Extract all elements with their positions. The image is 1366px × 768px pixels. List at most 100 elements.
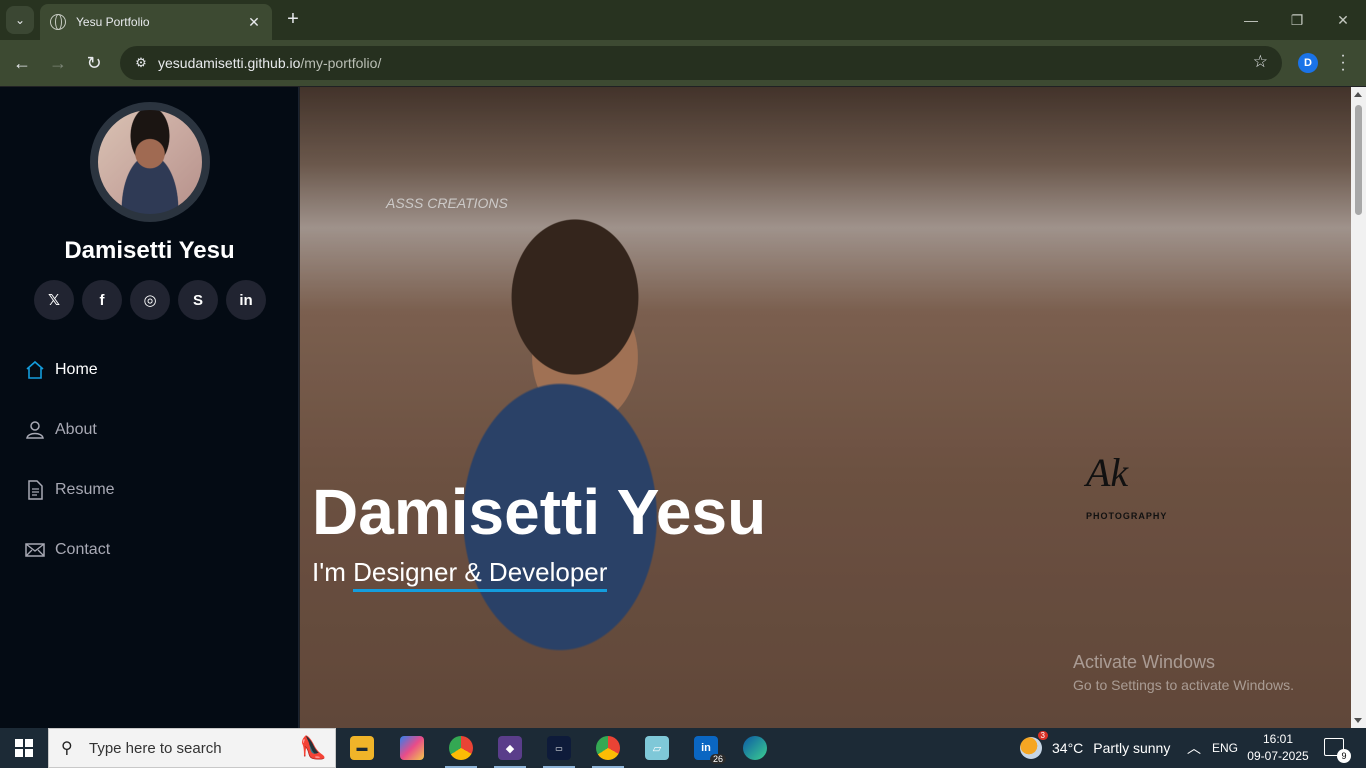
taskbar-chrome-profile[interactable] [439, 728, 483, 768]
notepad-icon: ▱ [645, 736, 669, 760]
address-url[interactable]: yesudamisetti.github.io/my-portfolio/ [158, 55, 381, 71]
file-text-icon [24, 479, 46, 501]
notification-center-button[interactable]: 9 [1324, 738, 1351, 763]
house-icon [24, 359, 46, 381]
partly-sunny-icon: 3 [1020, 731, 1048, 759]
social-links: 𝕏 f ◎ S in [34, 280, 266, 320]
site-settings-icon[interactable]: ⚙ [126, 55, 156, 71]
taskbar-clock[interactable]: 16:01 09-07-2025 [1240, 731, 1316, 765]
tab-close-icon[interactable]: ✕ [246, 14, 262, 31]
nav-label-resume: Resume [55, 481, 115, 498]
browser-menu-icon[interactable]: · · · [1336, 48, 1350, 78]
facebook-icon: f [99, 291, 105, 309]
browser-toolbar: ← → ↻ ⚙ yesudamisetti.github.io/my-portf… [0, 40, 1366, 86]
linkedin-icon: in [239, 291, 253, 309]
url-path: /my-portfolio/ [300, 55, 382, 71]
social-skype-link[interactable]: S [178, 280, 218, 320]
taskbar-terminal-app[interactable]: ▭ [537, 728, 581, 768]
nav-item-resume[interactable]: Resume [24, 475, 115, 505]
sidebar-name: Damisetti Yesu [64, 237, 235, 264]
new-tab-button[interactable]: + [282, 8, 304, 30]
page-scrollbar[interactable] [1351, 87, 1366, 728]
taskbar-notepad[interactable]: ▱ [635, 728, 679, 768]
taskbar-game-app[interactable]: ◆ [488, 728, 532, 768]
activate-windows-watermark: Activate Windows Go to Settings to activ… [1073, 652, 1294, 693]
address-bar[interactable]: ⚙ yesudamisetti.github.io/my-portfolio/ … [120, 46, 1282, 80]
chrome-icon [449, 736, 473, 760]
nav-label-about: About [55, 421, 97, 438]
copilot-icon [400, 736, 424, 760]
page-viewport: Damisetti Yesu 𝕏 f ◎ S in Home About Res… [0, 87, 1366, 728]
edge-icon [743, 736, 767, 760]
windows-taskbar: ⚲ Type here to search 👠 ▬ ◆ ▭ ▱ in 26 3 3… [0, 728, 1366, 768]
weather-condition: Partly sunny [1093, 740, 1171, 756]
minimize-button[interactable]: — [1228, 0, 1274, 40]
reload-button[interactable]: ↻ [80, 49, 108, 77]
chrome-icon [596, 736, 620, 760]
back-button[interactable]: ← [8, 49, 36, 77]
browser-tab-strip: ⌄ Yesu Portfolio ✕ + — ❐ ✕ [0, 0, 1366, 40]
activate-line2: Go to Settings to activate Windows. [1073, 677, 1294, 693]
skype-icon: S [192, 291, 203, 309]
hero-typed-text: Designer & Developer [353, 557, 608, 592]
social-linkedin-link[interactable]: in [226, 280, 266, 320]
profile-photo [90, 102, 210, 222]
scrollbar-thumb[interactable] [1355, 105, 1362, 215]
language-indicator[interactable]: ENG [1212, 728, 1238, 768]
nav-item-home[interactable]: Home [24, 355, 98, 385]
person-icon [24, 419, 46, 441]
taskbar-copilot[interactable] [390, 728, 434, 768]
social-instagram-link[interactable]: ◎ [130, 280, 170, 320]
bookmark-star-icon[interactable]: ☆ [1253, 52, 1268, 72]
scroll-up-arrow[interactable] [1354, 92, 1362, 97]
social-facebook-link[interactable]: f [82, 280, 122, 320]
clock-date: 09-07-2025 [1247, 749, 1309, 763]
globe-icon [50, 14, 66, 30]
taskbar-file-explorer[interactable]: ▬ [340, 728, 384, 768]
weather-widget[interactable]: 3 34°C Partly sunny [1020, 728, 1170, 768]
scroll-down-arrow[interactable] [1354, 718, 1362, 723]
clock-time: 16:01 [1262, 732, 1294, 746]
arrow-left-icon: ← [13, 52, 31, 73]
linkedin-badge: 26 [709, 754, 726, 764]
taskbar-linkedin[interactable]: in 26 [684, 728, 728, 768]
weather-alert-badge: 3 [1037, 731, 1048, 740]
nav-label-contact: Contact [55, 541, 111, 558]
search-icon: ⚲ [61, 740, 73, 757]
taskbar-chrome[interactable] [586, 728, 630, 768]
chevron-down-icon: ⌄ [14, 13, 26, 27]
hero-section: ASSS CREATIONS Ak PHOTOGRAPHY Damisetti … [300, 87, 1351, 728]
restore-button[interactable]: ❐ [1274, 0, 1320, 40]
tray-overflow-button[interactable]: ︿ [1187, 728, 1201, 768]
tab-title: Yesu Portfolio [76, 15, 150, 29]
profile-avatar[interactable]: D [1298, 53, 1318, 73]
search-highlight-icon: 👠 [299, 735, 327, 760]
start-button[interactable] [0, 728, 48, 768]
taskbar-search-box[interactable]: ⚲ Type here to search 👠 [48, 728, 336, 768]
instagram-icon: ◎ [143, 292, 157, 309]
chevron-up-icon: ︿ [1187, 740, 1201, 756]
hero-subtitle-prefix: I'm [312, 557, 354, 587]
weather-temperature: 34°C [1052, 740, 1084, 756]
taskbar-search-placeholder: Type here to search [89, 739, 222, 757]
terminal-icon: ▭ [547, 736, 571, 760]
window-close-button[interactable]: ✕ [1320, 0, 1366, 40]
reload-icon: ↻ [86, 52, 102, 73]
sidebar: Damisetti Yesu 𝕏 f ◎ S in Home About Res… [0, 87, 299, 728]
forward-button[interactable]: → [44, 49, 72, 77]
hero-title: Damisetti Yesu [312, 476, 767, 548]
folder-icon: ▬ [350, 736, 374, 760]
social-x-link[interactable]: 𝕏 [34, 280, 74, 320]
windows-logo-icon [15, 739, 33, 757]
arrow-right-icon: → [49, 52, 67, 73]
watermark-right: Ak [1086, 450, 1129, 495]
browser-tab-active[interactable]: Yesu Portfolio ✕ [40, 4, 272, 40]
nav-item-contact[interactable]: Contact [24, 535, 110, 565]
x-icon: 𝕏 [47, 292, 61, 309]
tab-search-button[interactable]: ⌄ [6, 6, 34, 34]
watermark-right-sub: PHOTOGRAPHY [1086, 511, 1168, 521]
url-host: yesudamisetti.github.io [158, 55, 301, 71]
taskbar-edge[interactable] [733, 728, 777, 768]
notification-count: 9 [1337, 749, 1351, 763]
nav-item-about[interactable]: About [24, 415, 97, 445]
